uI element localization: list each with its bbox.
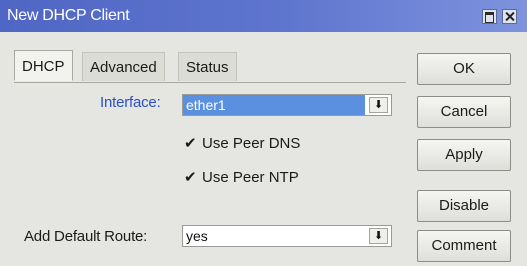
- tab-strip: DHCP Advanced Status: [14, 50, 406, 83]
- default-route-label: Add Default Route:: [24, 228, 148, 245]
- interface-label: Interface:: [100, 94, 161, 111]
- title-bar[interactable]: New DHCP Client: [0, 0, 527, 32]
- maximize-icon[interactable]: [482, 9, 497, 24]
- use-peer-dns-label: Use Peer DNS: [202, 135, 301, 152]
- checkmark-icon: ✔: [184, 135, 197, 152]
- dhcp-tab-panel: Interface: ether1 ⬇ ✔ Use Peer DNS ✔ Use P…: [14, 82, 406, 202]
- use-peer-dns-checkbox[interactable]: ✔ Use Peer DNS: [184, 134, 300, 152]
- dropdown-arrow-icon[interactable]: ⬇: [369, 97, 388, 113]
- tab-dhcp[interactable]: DHCP: [14, 50, 73, 81]
- dhcp-client-window: New DHCP Client DHCP Advanced Status Int…: [0, 0, 527, 266]
- ok-button[interactable]: OK: [417, 53, 511, 85]
- window-title: New DHCP Client: [7, 7, 130, 24]
- comment-button[interactable]: Comment: [417, 230, 511, 262]
- dropdown-arrow-icon[interactable]: ⬇: [369, 228, 388, 244]
- default-route-select[interactable]: yes ⬇: [182, 225, 392, 247]
- use-peer-ntp-label: Use Peer NTP: [202, 169, 299, 186]
- tab-status[interactable]: Status: [178, 52, 237, 81]
- interface-value: ether1: [183, 95, 365, 115]
- default-route-value: yes: [186, 228, 208, 244]
- close-icon[interactable]: [502, 9, 517, 24]
- use-peer-ntp-checkbox[interactable]: ✔ Use Peer NTP: [184, 168, 299, 186]
- disable-button[interactable]: Disable: [417, 190, 511, 222]
- tab-advanced[interactable]: Advanced: [82, 52, 165, 81]
- interface-select[interactable]: ether1 ⬇: [182, 94, 392, 116]
- cancel-button[interactable]: Cancel: [417, 96, 511, 128]
- checkmark-icon: ✔: [184, 169, 197, 186]
- apply-button[interactable]: Apply: [417, 139, 511, 171]
